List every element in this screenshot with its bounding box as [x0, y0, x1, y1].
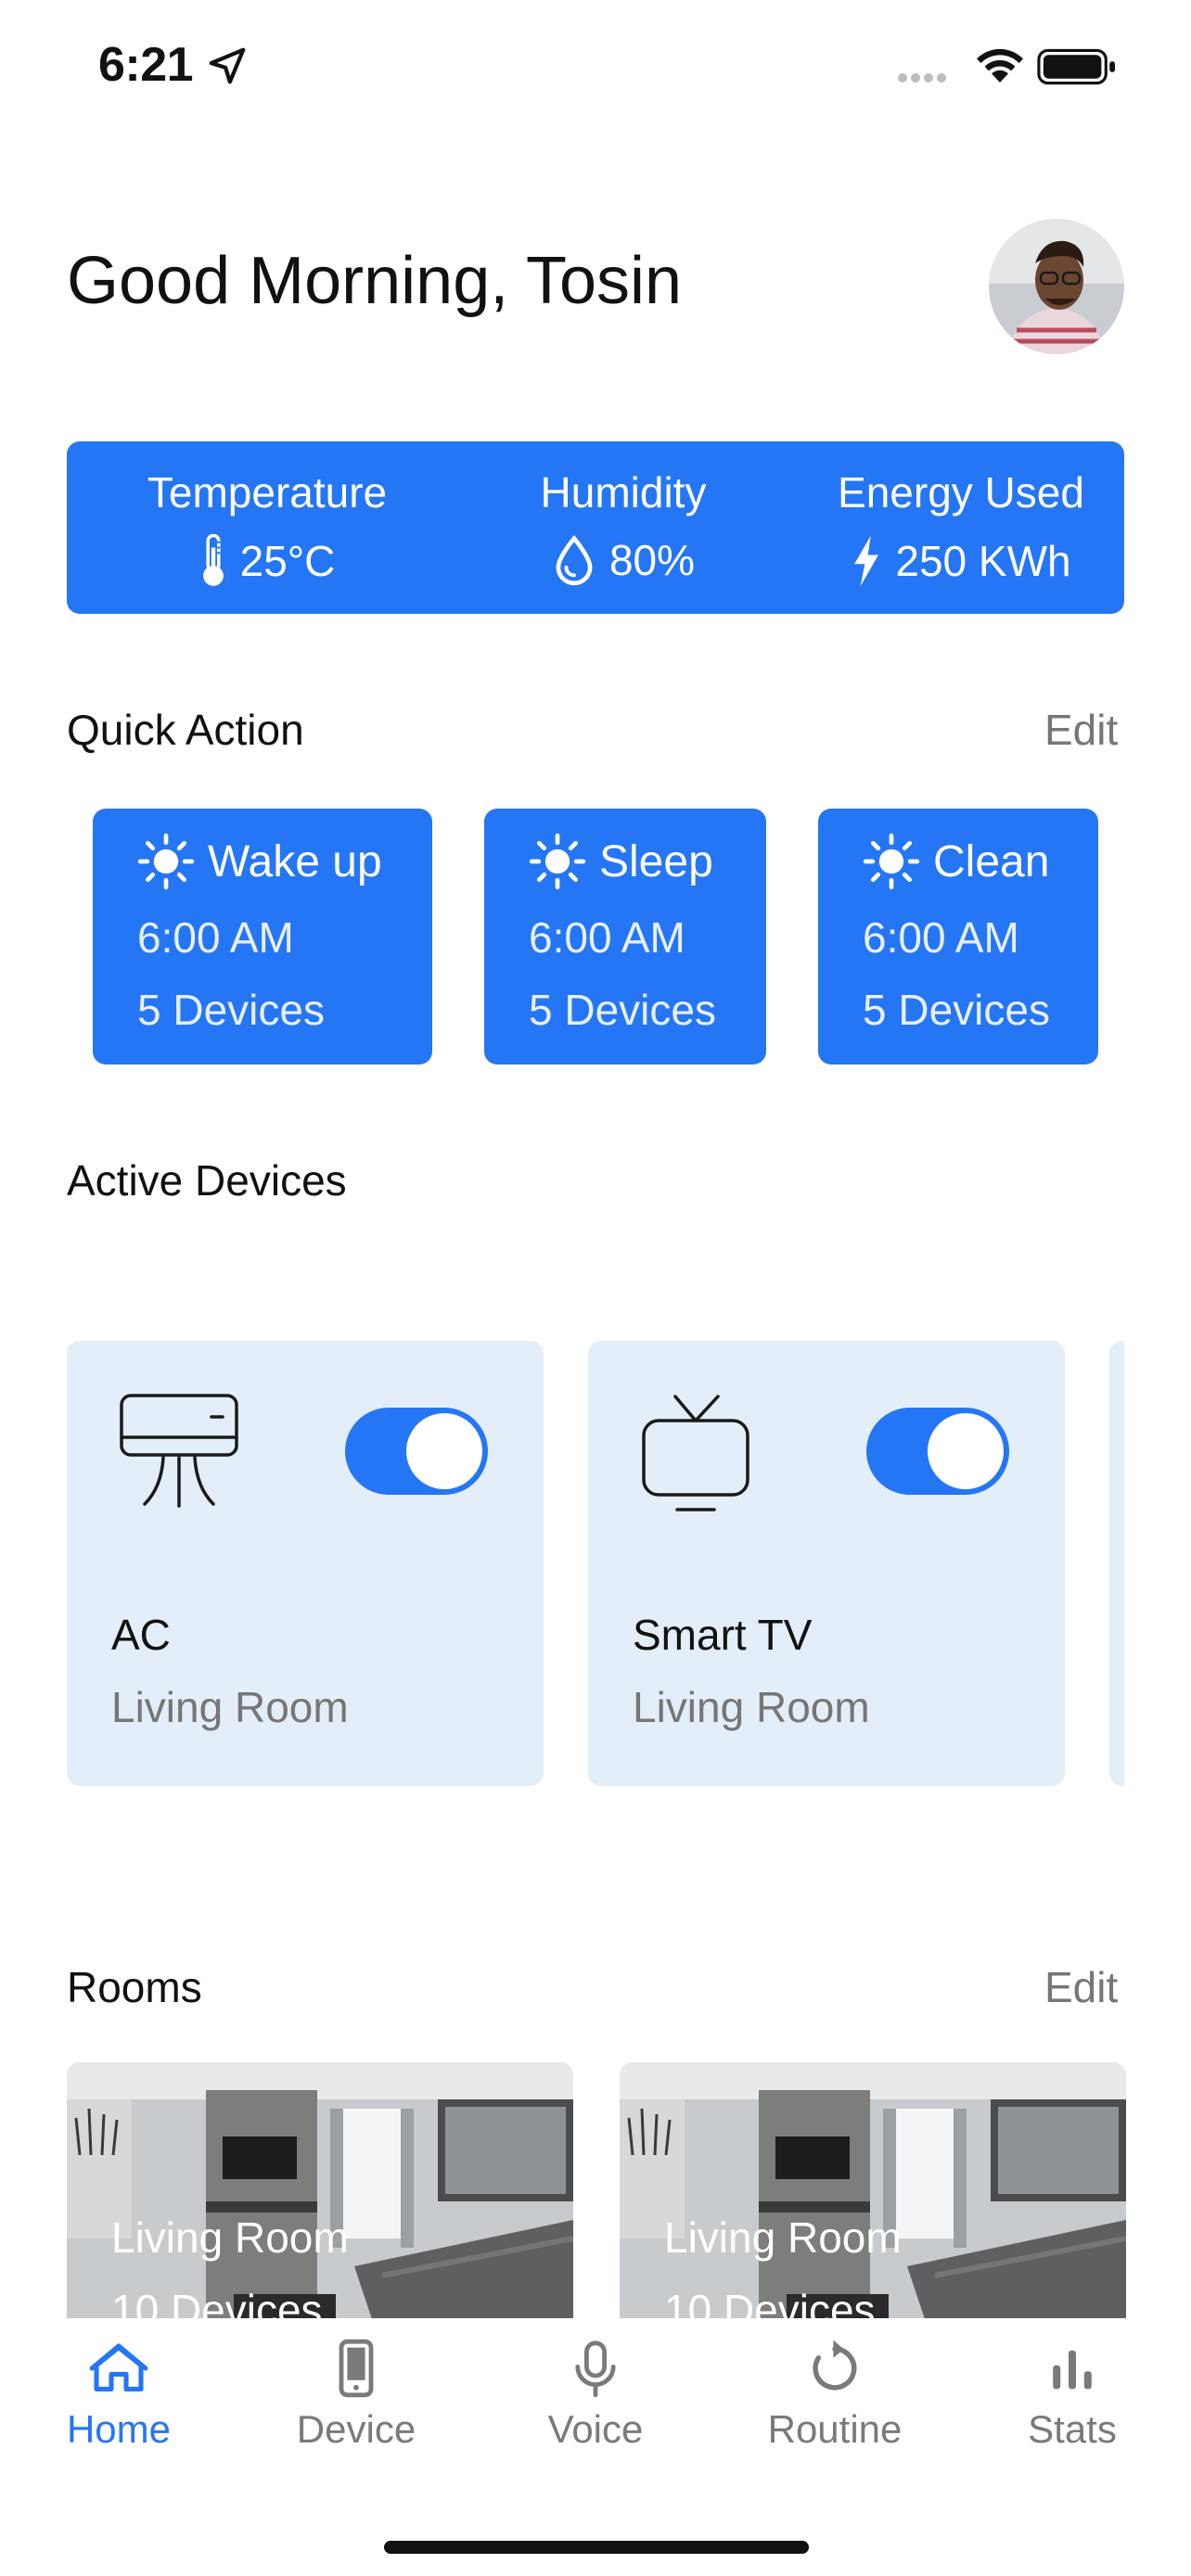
- room-photo: [67, 2062, 573, 2322]
- quick-action-name: Sleep: [599, 836, 713, 886]
- energy-value: 250 KWh: [895, 537, 1071, 585]
- humidity-stat: Humidity 80%: [484, 467, 762, 586]
- room-device-count: 10 Devices: [111, 2286, 323, 2322]
- sun-icon: [137, 833, 195, 890]
- energy-label: Energy Used: [838, 468, 1084, 516]
- room-card-living-room-2[interactable]: Living Room 10 Devices: [620, 2062, 1126, 2322]
- sun-icon: [529, 833, 586, 890]
- quick-action-card-sleep[interactable]: Sleep 6:00 AM 5 Devices: [484, 809, 766, 1065]
- room-name: Living Room: [111, 2213, 349, 2262]
- quick-action-devices: 5 Devices: [529, 986, 716, 1034]
- phone-icon: [339, 2339, 374, 2398]
- device-name: Smart TV: [633, 1611, 813, 1659]
- home-stats-card: Temperature 25°C Humidity 80% Energy Use…: [67, 441, 1124, 614]
- room-name: Living Room: [664, 2213, 902, 2262]
- tab-label: Routine: [767, 2407, 903, 2451]
- ac-power-toggle[interactable]: [345, 1408, 488, 1495]
- tab-stats[interactable]: Stats: [980, 2339, 1165, 2452]
- room-photo: [620, 2062, 1126, 2322]
- quick-action-devices: 5 Devices: [863, 986, 1050, 1034]
- quick-action-time: 6:00 AM: [863, 913, 1019, 962]
- status-time: 6:21: [98, 38, 194, 92]
- tab-routine[interactable]: Routine: [742, 2339, 928, 2452]
- smart-tv-power-toggle[interactable]: [866, 1408, 1009, 1495]
- room-device-count: 10 Devices: [664, 2286, 876, 2322]
- home-indicator[interactable]: [384, 2541, 809, 2554]
- energy-stat: Energy Used 250 KWh: [814, 467, 1108, 588]
- tab-label: Home: [66, 2407, 172, 2451]
- temperature-value: 25°C: [239, 537, 336, 585]
- air-conditioner-icon: [120, 1394, 238, 1508]
- wifi-icon: [977, 48, 1023, 83]
- device-room: Living Room: [111, 1683, 349, 1731]
- home-icon: [89, 2343, 148, 2391]
- rooms-title: Rooms: [67, 1963, 202, 2011]
- humidity-value: 80%: [608, 536, 696, 584]
- quick-action-title: Quick Action: [67, 706, 304, 754]
- sun-icon: [863, 833, 920, 890]
- quick-action-card-wake-up[interactable]: Wake up 6:00 AM 5 Devices: [93, 809, 432, 1065]
- quick-action-time: 6:00 AM: [529, 913, 685, 962]
- quick-action-name: Wake up: [208, 836, 382, 886]
- greeting-title: Good Morning, Tosin: [67, 244, 683, 318]
- quick-action-card-clean[interactable]: Clean 6:00 AM 5 Devices: [818, 809, 1098, 1065]
- tab-home[interactable]: Home: [26, 2339, 211, 2452]
- tab-label: Device: [296, 2407, 416, 2451]
- temperature-label: Temperature: [147, 468, 388, 516]
- bar-chart-icon: [1053, 2350, 1092, 2390]
- avatar[interactable]: [989, 219, 1124, 354]
- rooms-edit-button[interactable]: Edit: [1044, 1962, 1118, 2012]
- refresh-icon: [813, 2340, 857, 2391]
- bottom-tab-bar: Home Device Voice Routine Stats: [0, 2318, 1191, 2576]
- device-card-smart-tv[interactable]: Smart TV Living Room: [588, 1341, 1065, 1786]
- device-card-partial[interactable]: [1109, 1341, 1124, 1786]
- tab-label: Voice: [547, 2407, 644, 2451]
- battery-icon: [1037, 48, 1116, 85]
- quick-action-time: 6:00 AM: [137, 913, 294, 962]
- active-devices-title: Active Devices: [67, 1156, 347, 1205]
- quick-action-devices: 5 Devices: [137, 986, 325, 1034]
- cellular-signal-icon: [898, 70, 959, 83]
- temperature-stat: Temperature 25°C: [109, 467, 425, 588]
- microphone-icon: [575, 2340, 616, 2398]
- quick-action-edit-button[interactable]: Edit: [1044, 705, 1118, 755]
- water-drop-icon: [556, 535, 593, 586]
- location-arrow-icon: [209, 47, 246, 84]
- tab-voice[interactable]: Voice: [503, 2339, 688, 2452]
- room-card-living-room[interactable]: Living Room 10 Devices: [67, 2062, 573, 2322]
- device-card-ac[interactable]: AC Living Room: [67, 1341, 544, 1786]
- device-name: AC: [111, 1611, 171, 1659]
- humidity-label: Humidity: [540, 468, 707, 516]
- tab-device[interactable]: Device: [263, 2339, 449, 2452]
- tv-icon: [642, 1395, 749, 1511]
- device-room: Living Room: [633, 1683, 870, 1731]
- tab-label: Stats: [1028, 2407, 1117, 2451]
- lightning-bolt-icon: [854, 535, 879, 587]
- thermometer-icon: [202, 534, 224, 586]
- quick-action-name: Clean: [933, 836, 1050, 886]
